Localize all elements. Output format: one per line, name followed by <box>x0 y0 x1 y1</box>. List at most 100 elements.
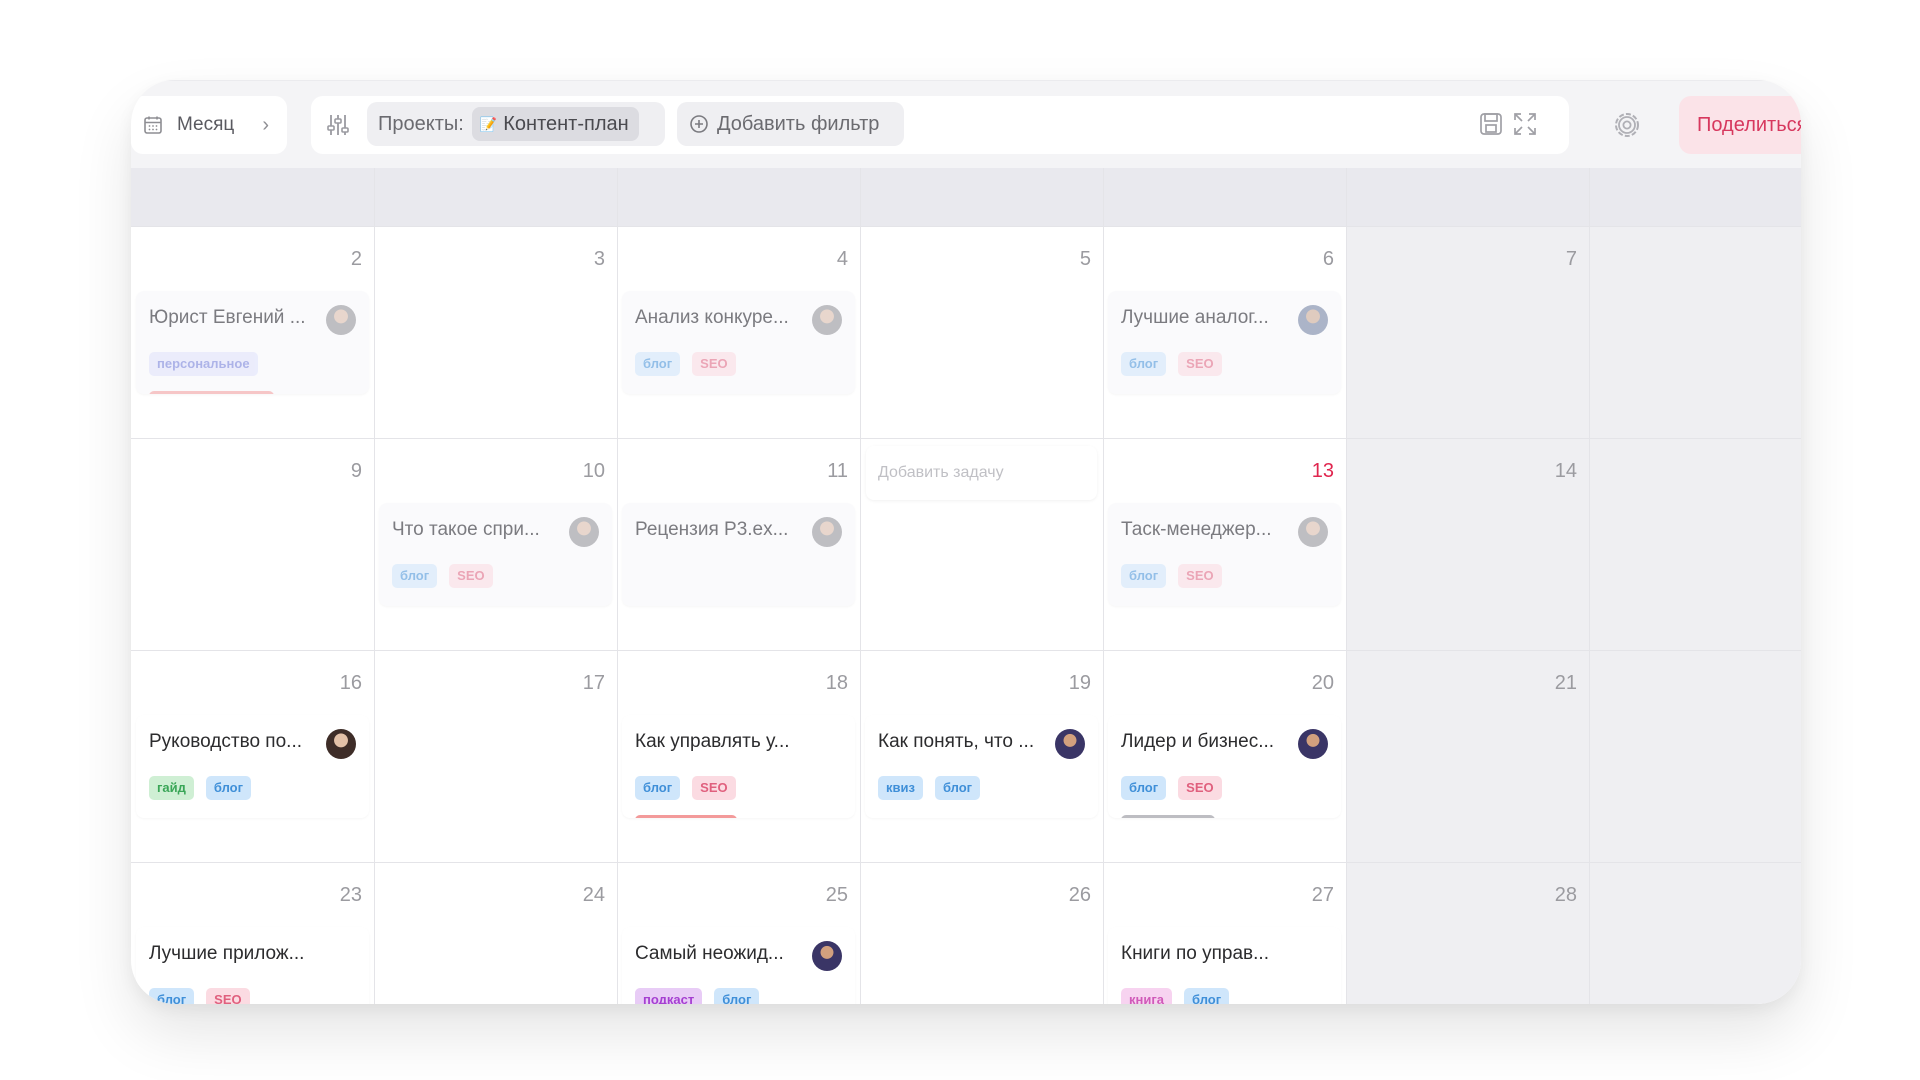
day-cell[interactable]: 11 Рецензия P3.ex... <box>617 438 860 650</box>
tag-blog[interactable]: блог <box>635 352 681 376</box>
tag-quiz[interactable]: квиз <box>878 776 923 800</box>
task-title: Книги по управ... <box>1121 943 1269 964</box>
view-switcher[interactable]: Месяц › <box>131 96 287 154</box>
day-cell[interactable]: 14 <box>1346 438 1589 650</box>
tag-podcast[interactable]: подкаст <box>635 988 703 1004</box>
day-cell[interactable]: 10 Что такое спри... блог SEO <box>374 438 617 650</box>
day-cell[interactable]: 2 <box>1589 862 1801 1004</box>
tag-blog[interactable]: блог <box>149 988 195 1004</box>
tag-seo[interactable]: SEO <box>1178 776 1222 800</box>
day-cell[interactable]: 7 <box>1346 226 1589 438</box>
avatar[interactable] <box>1298 305 1328 335</box>
day-cell[interactable]: 4 Анализ конкуре... блог SEO <box>617 226 860 438</box>
tag-blog[interactable]: блог <box>934 776 981 800</box>
tag-blog[interactable]: блог <box>1121 564 1167 588</box>
task-card[interactable]: Лидер и бизнес... блог SEO с экспертом <box>1108 715 1341 818</box>
tag-blog[interactable]: блог <box>1121 776 1167 800</box>
avatar[interactable] <box>1055 729 1085 759</box>
tag-seo[interactable]: SEO <box>692 776 736 800</box>
task-card[interactable]: Рецензия P3.ex... <box>622 503 855 606</box>
day-number: 19 <box>1068 672 1091 694</box>
day-cell[interactable]: 9 <box>131 438 374 650</box>
expand-icon[interactable] <box>1512 111 1538 137</box>
add-task-input[interactable]: Добавить задачу <box>866 446 1097 500</box>
tag-guide[interactable]: гайд <box>149 776 194 800</box>
avatar[interactable] <box>1298 729 1328 759</box>
task-title: Самый неожид... <box>635 943 784 964</box>
tag-blog[interactable]: блог <box>205 776 252 800</box>
tag-blog[interactable]: блог <box>635 776 681 800</box>
task-card[interactable]: Анализ конкуре... блог SEO <box>622 291 855 394</box>
day-cell[interactable]: 2 <box>1589 650 1801 862</box>
task-card[interactable]: Лучшие аналог... блог SEO <box>1108 291 1341 394</box>
tag-seo[interactable]: SEO <box>1178 564 1222 588</box>
day-number: 14 <box>1554 460 1577 482</box>
day-number: 24 <box>582 884 605 906</box>
day-cell[interactable]: 3 <box>374 226 617 438</box>
task-card[interactable]: Как понять, что ... квиз блог <box>865 715 1098 818</box>
task-card[interactable]: Что такое спри... блог SEO <box>379 503 612 606</box>
calendar-icon <box>144 116 162 134</box>
weekday-header <box>131 168 1801 226</box>
day-cell[interactable]: 27 Книги по управ... книга блог <box>1103 862 1346 1004</box>
avatar[interactable] <box>326 305 356 335</box>
gear-icon[interactable] <box>1610 108 1644 142</box>
avatar[interactable] <box>812 305 842 335</box>
day-cell[interactable]: 19 Как понять, что ... квиз блог <box>860 650 1103 862</box>
day-cell[interactable]: 24 <box>374 862 617 1004</box>
tag-seo[interactable]: SEO <box>449 564 493 588</box>
day-cell[interactable]: 18 Как управлять у... блог SEO на доработке <box>617 650 860 862</box>
tag-blog[interactable]: блог <box>1184 988 1230 1004</box>
task-card[interactable]: Как управлять у... блог SEO на доработке <box>622 715 855 818</box>
day-number: 4 <box>836 248 848 270</box>
tag-list: блог SEO <box>392 564 493 588</box>
tag-seo[interactable]: SEO <box>1178 352 1222 376</box>
task-card[interactable]: Руководство по... гайд блог <box>136 715 369 818</box>
tag-book[interactable]: книга <box>1121 988 1172 1004</box>
day-cell[interactable]: 25 Самый неожид... подкаст блог <box>617 862 860 1004</box>
status-tag[interactable]: на доработке <box>635 815 737 818</box>
day-cell[interactable]: 23 Лучшие прилож... блог SEO <box>131 862 374 1004</box>
task-card[interactable]: Лучшие прилож... блог SEO <box>136 927 369 1004</box>
day-cell[interactable]: 2 Юрист Евгений ... персональное на согласо… <box>131 226 374 438</box>
day-number: 10 <box>582 460 605 482</box>
day-cell[interactable]: 21 <box>1346 650 1589 862</box>
day-cell[interactable]: 28 <box>1346 862 1589 1004</box>
avatar[interactable] <box>326 729 356 759</box>
tag-blog[interactable]: блог <box>1121 352 1167 376</box>
projects-filter-value[interactable]: 📝 Контент-план <box>471 107 639 141</box>
day-cell[interactable]: 16 Руководство по... гайд блог <box>131 650 374 862</box>
sliders-icon[interactable] <box>325 112 351 138</box>
task-card[interactable]: Таск-менеджер... блог SEO <box>1108 503 1341 606</box>
avatar[interactable] <box>812 941 842 971</box>
day-cell[interactable]: Добавить задачу <box>860 438 1103 650</box>
tag-personal[interactable]: персональное <box>149 352 258 376</box>
projects-filter-chip[interactable]: Проекты: 📝 Контент-план <box>367 102 665 146</box>
day-number: 3 <box>593 248 605 270</box>
day-cell[interactable]: 6 Лучшие аналог... блог SEO <box>1103 226 1346 438</box>
tag-list: персональное <box>149 352 258 376</box>
status-tag[interactable]: на согласовании <box>149 391 274 394</box>
day-cell[interactable]: 13 Таск-менеджер... блог SEO <box>1103 438 1346 650</box>
tag-seo[interactable]: SEO <box>206 988 250 1004</box>
avatar[interactable] <box>569 517 599 547</box>
day-cell[interactable]: 5 <box>860 226 1103 438</box>
day-cell[interactable] <box>1589 226 1801 438</box>
share-button[interactable]: Поделиться <box>1679 96 1801 154</box>
avatar[interactable] <box>1298 517 1328 547</box>
task-card[interactable]: Самый неожид... подкаст блог <box>622 927 855 1004</box>
task-card[interactable]: Юрист Евгений ... персональное на согласов… <box>136 291 369 394</box>
add-filter-button[interactable]: Добавить фильтр <box>677 102 904 146</box>
tag-blog[interactable]: блог <box>392 564 438 588</box>
day-number: 9 <box>350 460 362 482</box>
task-card[interactable]: Книги по управ... книга блог <box>1108 927 1341 1004</box>
save-icon[interactable] <box>1478 111 1504 137</box>
tag-blog[interactable]: блог <box>714 988 760 1004</box>
day-cell[interactable]: 1 <box>1589 438 1801 650</box>
avatar[interactable] <box>812 517 842 547</box>
day-cell[interactable]: 26 <box>860 862 1103 1004</box>
status-tag[interactable]: с экспертом <box>1121 815 1216 818</box>
tag-seo[interactable]: SEO <box>692 352 736 376</box>
day-cell[interactable]: 17 <box>374 650 617 862</box>
day-cell[interactable]: 20 Лидер и бизнес... блог SEO с экспертом <box>1103 650 1346 862</box>
